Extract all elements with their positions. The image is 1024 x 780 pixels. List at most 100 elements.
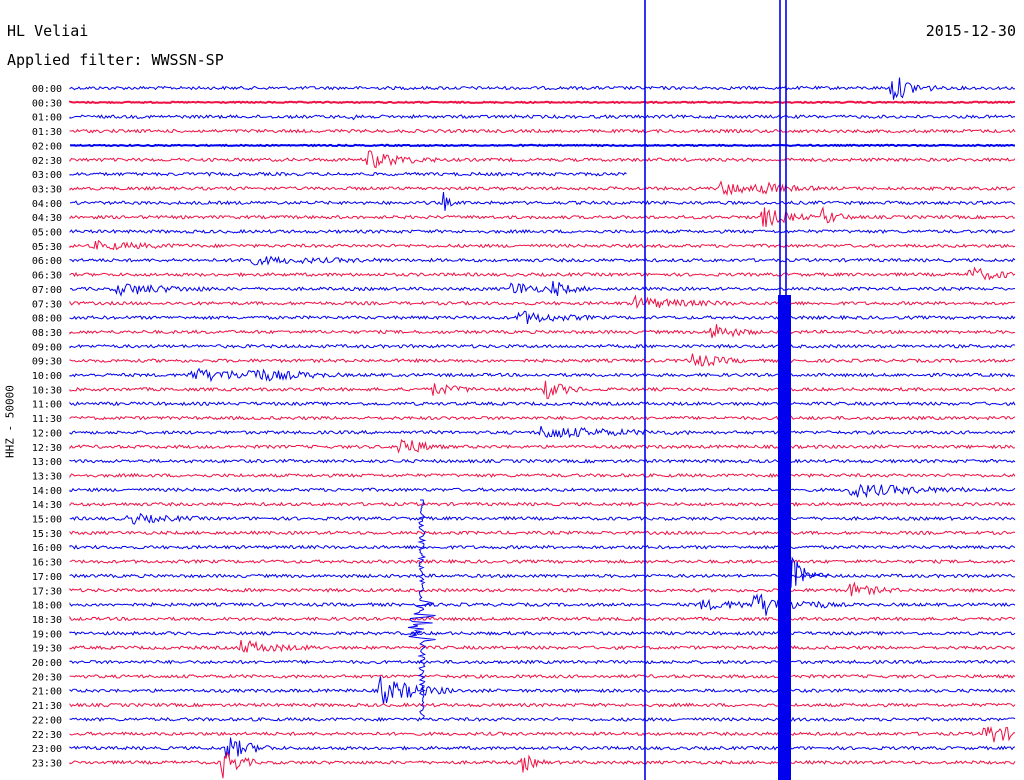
trace-row: [69, 512, 1016, 525]
time-label: 09:00: [32, 342, 62, 353]
trace-row: [69, 180, 1016, 197]
trace-row: [69, 501, 1016, 507]
trace-row: [69, 343, 1016, 349]
time-label: 08:00: [32, 314, 62, 325]
time-label: 10:00: [32, 371, 62, 382]
trace-row: [69, 353, 1016, 367]
trace-row: [69, 324, 1016, 339]
time-label: 17:30: [32, 586, 62, 597]
time-label: 21:30: [32, 701, 62, 712]
time-label: 19:00: [32, 629, 62, 640]
helicorder-plot: 00:00 00:30 01:00 01:30 02:00 02:30 03:00 03:30…: [32, 0, 1016, 780]
time-label: 15:30: [32, 529, 62, 540]
time-label: 20:00: [32, 658, 62, 669]
time-label: 22:30: [32, 730, 62, 741]
time-label: 02:30: [32, 156, 62, 167]
trace-row: [69, 171, 627, 177]
time-label: 21:00: [32, 687, 62, 698]
time-label: 12:00: [32, 428, 62, 439]
trace-row: [69, 659, 1016, 665]
y-axis-label: HHZ - 50000: [3, 385, 17, 458]
time-label: 18:00: [32, 601, 62, 612]
time-label: 14:30: [32, 500, 62, 511]
trace-row: [69, 673, 1016, 679]
time-label: 06:30: [32, 271, 62, 282]
trace-row: [69, 150, 1016, 169]
time-label: 18:30: [32, 615, 62, 626]
trace-row: [69, 751, 1016, 779]
trace-row: [69, 280, 1015, 297]
time-label: 15:00: [32, 515, 62, 526]
time-label: 12:30: [32, 443, 62, 454]
trace-row: [69, 228, 1016, 235]
trace-row: [69, 401, 1016, 407]
time-label: 23:30: [32, 758, 62, 769]
time-label: 06:00: [32, 256, 62, 267]
seismic-traces: [69, 77, 1016, 779]
time-label: 11:30: [32, 414, 62, 425]
time-label: 01:00: [32, 113, 62, 124]
time-label: 16:00: [32, 543, 62, 554]
time-label: 20:30: [32, 672, 62, 683]
trace-row: [69, 438, 1016, 454]
trace-row: [69, 581, 1016, 597]
trace-row: [70, 191, 1016, 211]
trace-row: [69, 558, 1016, 565]
trace-row: [69, 483, 1016, 499]
time-labels: 00:00 00:30 01:00 01:30 02:00 02:30 03:00 03:30…: [32, 84, 62, 769]
time-label: 02:00: [32, 141, 62, 152]
time-label: 03:00: [32, 170, 62, 181]
time-label: 23:00: [32, 744, 62, 755]
trace-row: [69, 593, 1016, 616]
trace-row: [69, 639, 1016, 653]
time-label: 08:30: [32, 328, 62, 339]
trace-row: [69, 676, 1016, 705]
trace-row: [69, 426, 1016, 439]
trace-row: [69, 310, 1016, 324]
time-label: 19:30: [32, 644, 62, 655]
time-label: 11:00: [32, 400, 62, 411]
time-label: 07:00: [32, 285, 62, 296]
trace-row: [69, 266, 1016, 281]
time-label: 01:30: [32, 127, 62, 138]
trace-row: [69, 380, 1016, 399]
trace-row: [69, 530, 1016, 536]
time-label: 07:30: [32, 299, 62, 310]
trace-row: [69, 615, 1016, 622]
time-label: 22:00: [32, 715, 62, 726]
trace-row: [69, 415, 1016, 421]
time-label: 10:30: [32, 385, 62, 396]
trace-row: [69, 472, 1016, 479]
time-label: 16:30: [32, 558, 62, 569]
trace-row: [69, 458, 1016, 464]
time-label: 00:30: [32, 98, 62, 109]
trace-row: [69, 255, 1016, 266]
filter-label: Applied filter: WWSSN-SP: [7, 51, 224, 69]
station-name: HL Veliai: [7, 22, 89, 40]
time-label: 13:30: [32, 471, 62, 482]
time-label: 05:30: [32, 242, 62, 253]
trace-row: [69, 725, 1016, 743]
trace-row: [69, 702, 1016, 708]
time-label: 13:00: [32, 457, 62, 468]
time-label: 04:00: [32, 199, 62, 210]
trace-row: [69, 294, 1016, 310]
time-label: 03:30: [32, 184, 62, 195]
time-label: 09:30: [32, 357, 62, 368]
trace-row: [69, 100, 1016, 105]
trace-row: [69, 239, 1016, 251]
trace-row: [69, 128, 1016, 134]
trace-row: [69, 544, 1016, 550]
trace-row: [69, 573, 1016, 579]
trace-row: [69, 114, 1016, 121]
trace-row: [69, 630, 1016, 637]
trace-row: [69, 77, 1016, 100]
time-label: 17:00: [32, 572, 62, 583]
trace-row: [69, 716, 1016, 723]
time-label: 04:30: [32, 213, 62, 224]
time-label: 05:00: [32, 228, 62, 239]
time-label: 14:00: [32, 486, 62, 497]
date-label: 2015-12-30: [925, 22, 1016, 40]
trace-row: [69, 206, 1016, 227]
time-label: 00:00: [32, 84, 62, 95]
